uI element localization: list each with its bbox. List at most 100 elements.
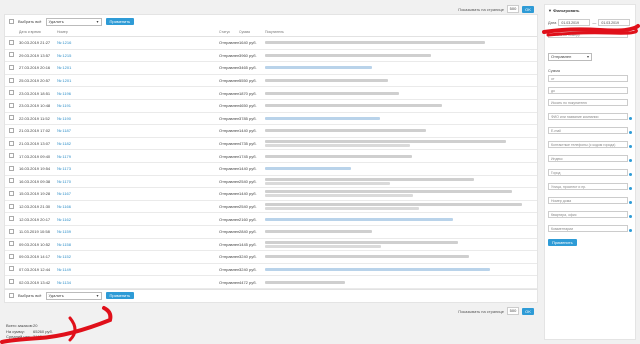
table-row[interactable]: 02.03.2019 13:42 № 1134 Отправлен 4472 руб.	[5, 276, 537, 289]
row-checkbox[interactable]	[9, 241, 14, 247]
extra-filter-input[interactable]: Улица, проспект и пр.	[548, 183, 628, 190]
col-number[interactable]: Номер	[57, 30, 219, 34]
order-number-link[interactable]: № 1191	[57, 103, 219, 108]
help-icon[interactable]	[629, 187, 632, 190]
table-row[interactable]: 25.03.2019 20:57 № 1201 Отправлен 5550 руб.	[5, 75, 537, 88]
order-number-link[interactable]: № 1187	[57, 128, 219, 133]
bulk-action-select[interactable]: Удалить ▾	[45, 17, 102, 26]
table-row[interactable]: 09.03.2019 14:17 № 1152 Отправлен 3240 руб.	[5, 251, 537, 264]
extra-filter-input[interactable]: E-mail	[548, 127, 628, 134]
table-row[interactable]: 27.03.2019 20:16 № 1201 Отправлен 3465 руб.	[5, 62, 537, 75]
order-number-link[interactable]: № 1215	[57, 53, 219, 58]
help-icon[interactable]	[629, 131, 632, 134]
help-icon[interactable]	[629, 117, 632, 120]
row-checkbox[interactable]	[9, 90, 14, 96]
order-number-link[interactable]: № 1173	[57, 166, 219, 171]
extra-filter-input[interactable]: ФИО или название компании	[548, 113, 628, 120]
col-sum[interactable]: Сумма	[239, 30, 265, 34]
table-row[interactable]: 07.03.2019 12:44 № 1149 Отправлен 3240 руб.	[5, 264, 537, 277]
row-checkbox[interactable]	[9, 165, 14, 171]
date-from-input[interactable]: 01.03.2019	[558, 19, 591, 26]
row-checkbox[interactable]	[9, 279, 14, 285]
col-date[interactable]: Дата и время	[19, 30, 57, 34]
status-select[interactable]: Отправлен ▾	[548, 53, 592, 61]
extra-filter-input[interactable]: Номер дома	[548, 197, 628, 204]
table-row[interactable]: 12.03.2019 21:30 № 1166 Отправлен 2540 руб.	[5, 201, 537, 214]
row-checkbox[interactable]	[9, 52, 14, 58]
help-icon[interactable]	[629, 215, 632, 218]
table-row[interactable]: 21.03.2019 17:02 № 1187 Отправлен 1440 руб.	[5, 125, 537, 138]
extra-filter-input[interactable]: Контактные телефоны (с кодом города)	[548, 141, 628, 148]
date-to-input[interactable]: 01.03.2019	[598, 19, 631, 26]
table-row[interactable]: 29.03.2019 13:57 № 1215 Отправлен 3960 руб.	[5, 50, 537, 63]
row-checkbox[interactable]	[9, 228, 14, 234]
table-row[interactable]: 15.03.2019 19:28 № 1167 Отправлен 1440 руб.	[5, 188, 537, 201]
order-number-link[interactable]: № 1196	[57, 91, 219, 96]
row-checkbox[interactable]	[9, 153, 14, 159]
row-checkbox[interactable]	[9, 266, 14, 272]
sum-from-input[interactable]: от	[548, 75, 628, 82]
row-checkbox[interactable]	[9, 127, 14, 133]
table-row[interactable]: 23.03.2019 18:51 № 1196 Отправлен 1870 руб.	[5, 87, 537, 100]
row-checkbox[interactable]	[9, 216, 14, 222]
table-row[interactable]: 11.03.2019 10:58 № 1159 Отправлен 2840 руб.	[5, 226, 537, 239]
per-page-input-bottom[interactable]: 500	[507, 307, 519, 315]
order-number-link[interactable]: № 1166	[57, 204, 219, 209]
order-number-link[interactable]: № 1201	[57, 78, 219, 83]
per-page-input[interactable]: 500	[507, 5, 519, 13]
row-checkbox[interactable]	[9, 178, 14, 184]
row-checkbox[interactable]	[9, 102, 14, 108]
help-icon[interactable]	[629, 173, 632, 176]
filter-apply-button[interactable]: Применить	[548, 239, 577, 246]
select-all-checkbox-bottom[interactable]	[9, 293, 14, 299]
apply-button[interactable]: Применить	[105, 18, 135, 25]
order-number-link[interactable]: № 1190	[57, 116, 219, 121]
help-icon[interactable]	[629, 229, 632, 232]
table-row[interactable]: 23.03.2019 10:48 № 1191 Отправлен 4650 руб.	[5, 100, 537, 113]
extra-filter-input[interactable]: Комментарии	[548, 225, 628, 232]
help-icon[interactable]	[629, 159, 632, 162]
row-checkbox[interactable]	[9, 253, 14, 259]
sum-to-input[interactable]: до	[548, 87, 628, 94]
order-number-link[interactable]: № 1167	[57, 191, 219, 196]
row-checkbox[interactable]	[9, 77, 14, 83]
row-checkbox[interactable]	[9, 115, 14, 121]
extra-filter-input[interactable]: Индекс	[548, 155, 628, 162]
table-row[interactable]: 09.03.2019 10:52 № 1158 Отправлен 1445 руб.	[5, 239, 537, 252]
table-row[interactable]: 16.03.2019 09:38 № 1170 Отправлен 2540 руб.	[5, 176, 537, 189]
table-row[interactable]: 21.03.2019 13:07 № 1182 Отправлен 4735 руб.	[5, 138, 537, 151]
extra-filter-input[interactable]: Квартира, офис	[548, 211, 628, 218]
table-row[interactable]: 30.03.2019 21:27 № 1216 Отправлен 1640 руб.	[5, 37, 537, 50]
order-number-link[interactable]: № 1182	[57, 141, 219, 146]
order-number-link[interactable]: № 1134	[57, 280, 219, 285]
buyer-search-input[interactable]: Искать по покупателю	[548, 99, 628, 106]
col-buyer[interactable]: Покупатель	[265, 30, 537, 34]
table-row[interactable]: 16.03.2019 19:54 № 1173 Отправлен 1440 руб.	[5, 163, 537, 176]
order-number-link[interactable]: № 1149	[57, 267, 219, 272]
per-page-ok-button-bottom[interactable]: OK	[522, 307, 534, 315]
table-row[interactable]: 17.03.2019 09:40 № 1179 Отправлен 1745 руб.	[5, 150, 537, 163]
order-number-link[interactable]: № 1216	[57, 40, 219, 45]
row-checkbox[interactable]	[9, 203, 14, 209]
row-checkbox[interactable]	[9, 39, 14, 45]
apply-button-bottom[interactable]: Применить	[105, 292, 135, 300]
per-page-ok-button[interactable]: OK	[522, 5, 534, 13]
help-icon[interactable]	[629, 145, 632, 148]
filter-title[interactable]: ▼ Фильтровать	[548, 8, 632, 16]
row-checkbox[interactable]	[9, 190, 14, 196]
order-number-link[interactable]: № 1158	[57, 242, 219, 247]
order-number-link[interactable]: № 1170	[57, 179, 219, 184]
table-row[interactable]: 22.03.2019 11:52 № 1190 Отправлен 3785 руб.	[5, 113, 537, 126]
row-checkbox[interactable]	[9, 140, 14, 146]
order-number-link[interactable]: № 1159	[57, 229, 219, 234]
order-number-link[interactable]: № 1201	[57, 65, 219, 70]
bulk-action-select-bottom[interactable]: Удалить ▾	[45, 291, 102, 300]
help-icon[interactable]	[629, 201, 632, 204]
order-number-link[interactable]: № 1162	[57, 217, 219, 222]
extra-filter-input[interactable]: Город	[548, 169, 628, 176]
table-row[interactable]: 12.03.2019 20:17 № 1162 Отправлен 2160 руб.	[5, 213, 537, 226]
select-all-checkbox[interactable]	[9, 19, 14, 24]
row-checkbox[interactable]	[9, 64, 14, 70]
order-number-link[interactable]: № 1179	[57, 154, 219, 159]
search-number-input[interactable]: Искать по номеру	[548, 31, 628, 38]
